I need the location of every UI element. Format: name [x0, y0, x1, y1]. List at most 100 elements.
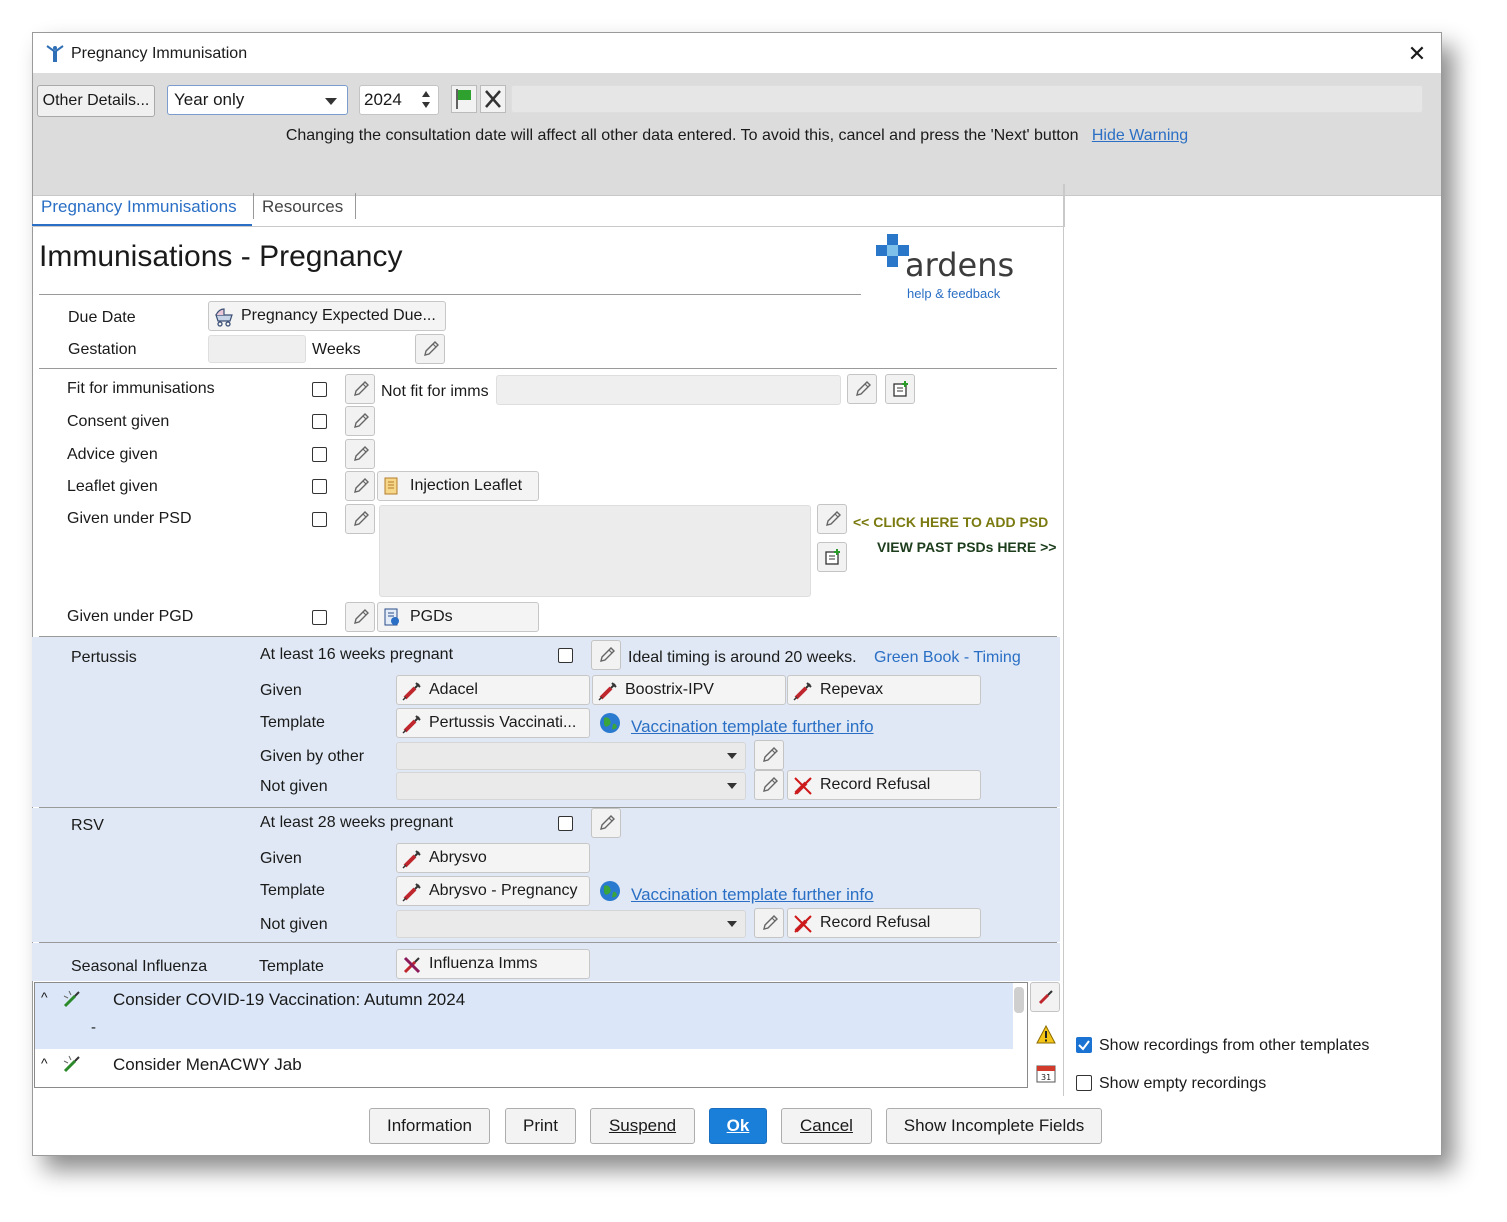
list-item-selected[interactable]: ^ Consider COVID-19 Vaccination: Autumn …: [35, 983, 1013, 1049]
print-button[interactable]: Print: [505, 1108, 576, 1144]
not-fit-input[interactable]: [496, 375, 841, 405]
advice-edit-button[interactable]: [345, 439, 375, 469]
rsv-template-button[interactable]: Abrysvo - Pregnancy: [396, 876, 590, 906]
pgd-edit-button[interactable]: [345, 602, 375, 632]
help-feedback-link[interactable]: help & feedback: [907, 286, 1000, 301]
hide-warning-link[interactable]: Hide Warning: [1092, 127, 1188, 144]
view-psd-link[interactable]: VIEW PAST PSDs HERE >>: [877, 539, 1056, 555]
pgds-label: PGDs: [410, 608, 453, 625]
calendar-icon: 31: [1036, 1065, 1056, 1083]
tab-pregnancy-immunisations[interactable]: Pregnancy Immunisations: [32, 184, 252, 226]
gestation-edit-button[interactable]: [415, 334, 445, 364]
show-other-checkbox[interactable]: [1076, 1037, 1092, 1053]
rsv-28-weeks-edit-button[interactable]: [591, 808, 621, 838]
date-mode-value: Year only: [174, 90, 245, 109]
show-empty-checkbox[interactable]: [1076, 1075, 1092, 1091]
leaflet-edit-button[interactable]: [345, 471, 375, 501]
close-button[interactable]: ✕: [1401, 39, 1433, 69]
injection-leaflet-button[interactable]: Injection Leaflet: [377, 471, 539, 501]
abrysvo-button[interactable]: Abrysvo: [396, 843, 590, 873]
rsv-not-given-edit-button[interactable]: [754, 908, 784, 938]
pertussis-not-given-combo[interactable]: [396, 772, 746, 800]
refusal-syringe-icon: [794, 915, 812, 933]
pertussis-template-button[interactable]: Pertussis Vaccinati...: [396, 708, 590, 738]
scrollbar-thumb[interactable]: [1014, 987, 1024, 1013]
stepper-up-icon[interactable]: [422, 91, 430, 97]
stepper-down-icon[interactable]: [422, 102, 430, 108]
pgd-label: Given under PGD: [67, 608, 194, 625]
show-incomplete-button[interactable]: Show Incomplete Fields: [886, 1108, 1102, 1144]
flag-button[interactable]: [451, 85, 477, 113]
rsv-28-weeks-checkbox[interactable]: [558, 816, 573, 831]
other-details-button[interactable]: Other Details...: [37, 85, 155, 117]
pertussis-template-info-link[interactable]: Vaccination template further info: [631, 717, 874, 737]
influenza-imms-button[interactable]: Influenza Imms: [396, 949, 590, 979]
psd-edit-button[interactable]: [345, 504, 375, 534]
psd-checkbox[interactable]: [312, 512, 327, 527]
psd-text-area[interactable]: [379, 505, 811, 597]
psd-add-button[interactable]: [817, 542, 847, 572]
list-item[interactable]: ^ Consider MenACWY Jab: [35, 1049, 1013, 1085]
ok-button[interactable]: Ok: [709, 1108, 767, 1144]
adacel-button[interactable]: Adacel: [396, 675, 590, 705]
repevax-button[interactable]: Repevax: [787, 675, 981, 705]
date-mode-select[interactable]: Year only: [167, 85, 348, 115]
consent-checkbox[interactable]: [312, 414, 327, 429]
pertussis-record-refusal-button[interactable]: Record Refusal: [787, 770, 981, 800]
pregnancy-due-button[interactable]: Pregnancy Expected Due...: [208, 301, 446, 331]
information-button[interactable]: Information: [369, 1108, 490, 1144]
vaccine-suggestion-icon: [63, 990, 80, 1008]
suspend-button[interactable]: Suspend: [590, 1108, 695, 1144]
show-empty-label: Show empty recordings: [1099, 1075, 1267, 1092]
fit-edit-button[interactable]: [345, 374, 375, 404]
warning-button[interactable]: [1030, 1020, 1060, 1050]
chevron-up-icon[interactable]: ^: [41, 1055, 48, 1071]
given-by-other-label: Given by other: [260, 748, 365, 765]
rsv-record-refusal-button[interactable]: Record Refusal: [787, 908, 981, 938]
rsv-given-label: Given: [260, 850, 302, 867]
not-fit-add-button[interactable]: [885, 374, 915, 404]
calendar-button[interactable]: 31: [1030, 1058, 1060, 1088]
chevron-up-icon[interactable]: ^: [41, 989, 48, 1005]
rsv-not-given-combo[interactable]: [396, 910, 746, 938]
pencil-icon: [763, 777, 778, 792]
pertussis-16-weeks-checkbox[interactable]: [558, 648, 573, 663]
advice-checkbox[interactable]: [312, 447, 327, 462]
rsv-template-info-link[interactable]: Vaccination template further info: [631, 885, 874, 905]
cancel-button[interactable]: Cancel: [781, 1108, 872, 1144]
due-button-label: Pregnancy Expected Due...: [241, 307, 436, 324]
add-psd-link[interactable]: << CLICK HERE TO ADD PSD: [853, 514, 1048, 530]
consent-edit-button[interactable]: [345, 406, 375, 436]
green-book-link[interactable]: Green Book - Timing: [874, 649, 1021, 667]
syringe-icon: [1038, 990, 1053, 1005]
pgds-button[interactable]: PGDs: [377, 602, 539, 632]
year-stepper[interactable]: 2024: [359, 85, 439, 115]
boostrix-button[interactable]: Boostrix-IPV: [592, 675, 786, 705]
fit-checkbox[interactable]: [312, 382, 327, 397]
date-text-field[interactable]: [511, 85, 1423, 113]
pencil-icon: [354, 511, 369, 526]
pertussis-16-weeks-label: At least 16 weeks pregnant: [260, 646, 454, 663]
pertussis-not-given-edit-button[interactable]: [754, 770, 784, 800]
tab-resources[interactable]: Resources: [254, 184, 354, 226]
suggestion-vaccine-button[interactable]: [1030, 982, 1060, 1012]
leaflet-checkbox[interactable]: [312, 479, 327, 494]
suggestion-text: Consider COVID-19 Vaccination: Autumn 20…: [113, 990, 466, 1009]
gestation-input[interactable]: [208, 335, 306, 363]
given-by-other-combo[interactable]: [396, 742, 746, 770]
pertussis-given-label: Given: [260, 682, 302, 699]
not-fit-edit-button[interactable]: [847, 374, 877, 404]
suggestion-text: Consider MenACWY Jab: [113, 1055, 302, 1074]
pgd-checkbox[interactable]: [312, 610, 327, 625]
clear-x-icon: [485, 90, 501, 108]
given-by-other-edit-button[interactable]: [754, 740, 784, 770]
date-warning: Changing the consultation date will affe…: [33, 127, 1441, 145]
show-other-label: Show recordings from other templates: [1099, 1037, 1370, 1054]
ardens-logo[interactable]: ardens help & feedback: [874, 232, 1024, 304]
clear-date-button[interactable]: [480, 85, 506, 113]
refusal-syringe-icon: [794, 777, 812, 795]
psd-notes-edit-button[interactable]: [817, 504, 847, 534]
rsv-record-refusal-label: Record Refusal: [820, 914, 931, 931]
pertussis-template-label: Template: [260, 714, 325, 731]
pertussis-16-weeks-edit-button[interactable]: [591, 640, 621, 670]
